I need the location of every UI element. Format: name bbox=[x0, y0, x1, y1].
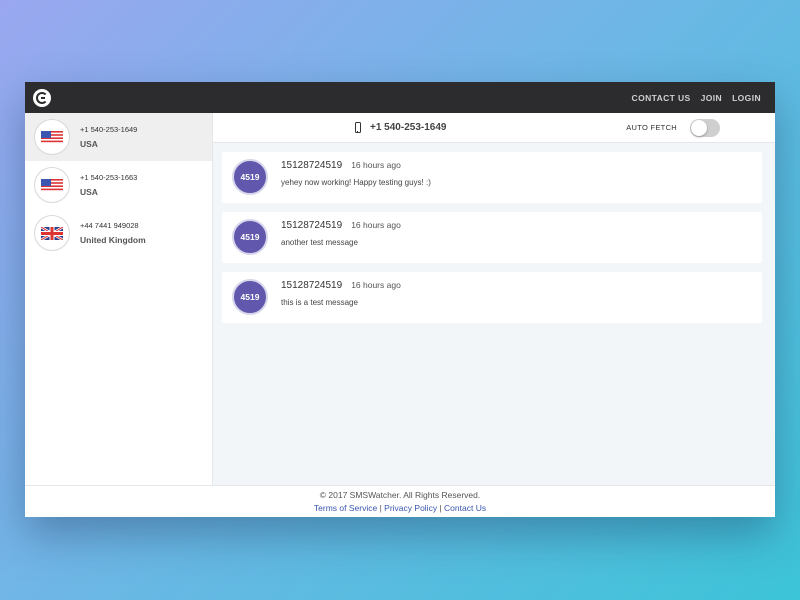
auto-fetch-label: AUTO FETCH bbox=[626, 123, 677, 132]
nav-join-link[interactable]: JOIN bbox=[701, 93, 722, 103]
auto-fetch-toggle[interactable] bbox=[690, 118, 720, 137]
auto-fetch: AUTO FETCH bbox=[626, 118, 720, 137]
nav-contact-us-link[interactable]: CONTACT US bbox=[632, 93, 691, 103]
message-list: 4519 15128724519 16 hours ago yehey now … bbox=[213, 143, 775, 323]
terms-of-service-link[interactable]: Terms of Service bbox=[314, 503, 377, 513]
message-time: 16 hours ago bbox=[351, 220, 401, 230]
us-flag-icon bbox=[34, 167, 70, 203]
avatar: 4519 bbox=[232, 159, 268, 195]
message-text: another test message bbox=[281, 238, 358, 247]
message-sender: 15128724519 bbox=[281, 280, 343, 291]
contact-number: +1 540-253-1649 bbox=[80, 125, 138, 134]
copyright-text: © 2017 SMSWatcher. All Rights Reserved. bbox=[319, 490, 481, 500]
app-window: CONTACT US JOIN LOGIN +1 540-253-1649 US… bbox=[25, 82, 775, 517]
contact-country: United Kingdom bbox=[80, 235, 146, 245]
us-flag-icon bbox=[34, 119, 70, 155]
message-sender: 15128724519 bbox=[281, 220, 343, 231]
top-navbar: CONTACT US JOIN LOGIN bbox=[25, 82, 775, 113]
link-separator: | bbox=[379, 503, 382, 513]
toggle-knob bbox=[691, 119, 707, 136]
message-card[interactable]: 4519 15128724519 16 hours ago another te… bbox=[222, 212, 762, 263]
avatar: 4519 bbox=[232, 279, 268, 315]
main-area: +1 540-253-1649 USA +1 540-253-1663 USA … bbox=[25, 113, 775, 485]
message-card[interactable]: 4519 15128724519 16 hours ago yehey now … bbox=[222, 152, 762, 203]
message-text: yehey now working! Happy testing guys! :… bbox=[281, 178, 431, 187]
message-panel: +1 540-253-1649 AUTO FETCH 4519 15128724… bbox=[213, 113, 775, 485]
nav-login-link[interactable]: LOGIN bbox=[732, 93, 761, 103]
message-time: 16 hours ago bbox=[351, 160, 401, 170]
footer: © 2017 SMSWatcher. All Rights Reserved. … bbox=[25, 485, 775, 517]
link-separator: | bbox=[439, 503, 442, 513]
contact-country: USA bbox=[80, 187, 98, 197]
number-sidebar: +1 540-253-1649 USA +1 540-253-1663 USA … bbox=[25, 113, 213, 485]
privacy-policy-link[interactable]: Privacy Policy bbox=[384, 503, 437, 513]
message-text: this is a test message bbox=[281, 298, 358, 307]
phone-icon bbox=[355, 122, 361, 133]
logo-icon[interactable] bbox=[33, 88, 51, 107]
uk-flag-icon bbox=[34, 215, 70, 251]
contact-number: +1 540-253-1663 bbox=[80, 173, 138, 182]
contact-country: USA bbox=[80, 139, 98, 149]
contact-number: +44 7441 949028 bbox=[80, 221, 139, 230]
footer-links: Terms of Service | Privacy Policy | Cont… bbox=[314, 503, 486, 513]
contact-us-link[interactable]: Contact Us bbox=[444, 503, 486, 513]
selected-number: +1 540-253-1649 bbox=[355, 122, 446, 133]
selected-number-text: +1 540-253-1649 bbox=[370, 122, 447, 133]
top-nav: CONTACT US JOIN LOGIN bbox=[632, 93, 761, 103]
message-sender: 15128724519 bbox=[281, 160, 343, 171]
message-time: 16 hours ago bbox=[351, 280, 401, 290]
message-card[interactable]: 4519 15128724519 16 hours ago this is a … bbox=[222, 272, 762, 323]
sidebar-item-number[interactable]: +1 540-253-1649 USA bbox=[25, 113, 212, 161]
sidebar-item-number[interactable]: +44 7441 949028 United Kingdom bbox=[25, 209, 212, 257]
sidebar-item-number[interactable]: +1 540-253-1663 USA bbox=[25, 161, 212, 209]
avatar: 4519 bbox=[232, 219, 268, 255]
message-panel-header: +1 540-253-1649 AUTO FETCH bbox=[213, 113, 775, 143]
